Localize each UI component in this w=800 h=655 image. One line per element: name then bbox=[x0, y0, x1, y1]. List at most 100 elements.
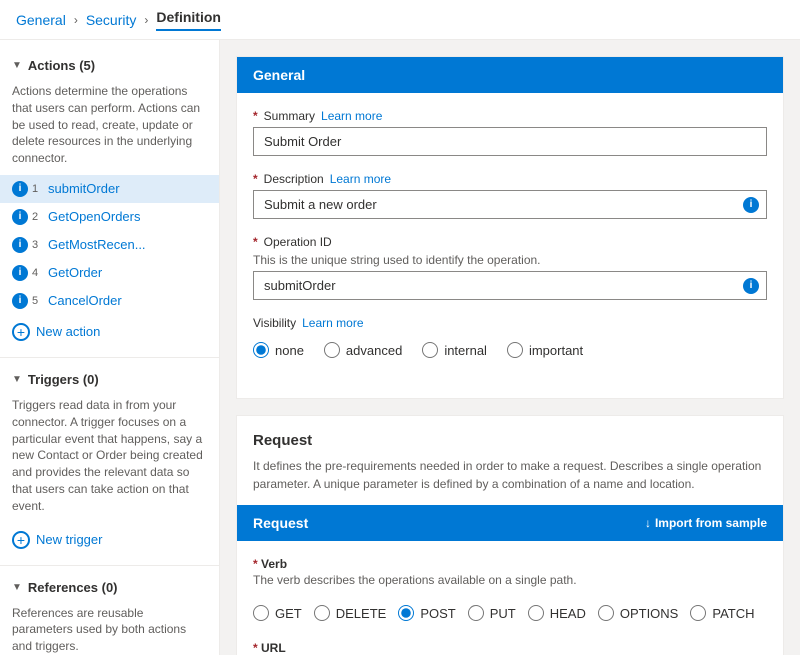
verb-radio-get-input[interactable] bbox=[253, 605, 269, 621]
visibility-internal-label: internal bbox=[444, 343, 487, 358]
desc-required-star: * bbox=[253, 172, 258, 186]
references-section-header[interactable]: ▼ References (0) bbox=[0, 574, 219, 601]
summary-input[interactable] bbox=[253, 127, 767, 156]
action-name-2: GetOpenOrders bbox=[48, 209, 187, 224]
request-body: * Verb The verb describes the operations… bbox=[237, 541, 783, 655]
actions-section-header[interactable]: ▼ Actions (5) bbox=[0, 52, 219, 79]
action-name-1: submitOrder bbox=[48, 181, 187, 196]
verb-options-label: OPTIONS bbox=[620, 606, 679, 621]
description-input-wrapper: i bbox=[253, 190, 767, 219]
visibility-radio-internal-input[interactable] bbox=[422, 342, 438, 358]
info-icon-2: i bbox=[12, 209, 28, 225]
request-section: Request It defines the pre-requirements … bbox=[236, 415, 784, 655]
triggers-section-title: Triggers (0) bbox=[28, 372, 99, 387]
visibility-radio-group: none advanced internal bbox=[253, 334, 767, 366]
url-label: * URL bbox=[253, 641, 767, 655]
divider-2 bbox=[0, 565, 219, 566]
action-num-4: 4 bbox=[32, 267, 44, 279]
breadcrumb-general[interactable]: General bbox=[16, 12, 66, 28]
verb-radio-options[interactable]: OPTIONS bbox=[598, 605, 679, 621]
visibility-learn-more-link[interactable]: Learn more bbox=[302, 316, 363, 330]
verb-radio-head-input[interactable] bbox=[528, 605, 544, 621]
visibility-radio-none-input[interactable] bbox=[253, 342, 269, 358]
visibility-radio-important-input[interactable] bbox=[507, 342, 523, 358]
breadcrumb-security[interactable]: Security bbox=[86, 12, 137, 28]
visibility-radio-internal[interactable]: internal bbox=[422, 342, 487, 358]
actions-section-title: Actions (5) bbox=[28, 58, 95, 73]
visibility-radio-none[interactable]: none bbox=[253, 342, 304, 358]
verb-label: * Verb bbox=[253, 557, 767, 571]
verb-radio-get[interactable]: GET bbox=[253, 605, 302, 621]
action-name-4: GetOrder bbox=[48, 265, 187, 280]
visibility-radio-advanced[interactable]: advanced bbox=[324, 342, 402, 358]
app-container: General › Security › Definition ▼ Action… bbox=[0, 0, 800, 655]
action-item-4[interactable]: i 4 GetOrder ··· bbox=[0, 259, 219, 287]
import-from-sample-button[interactable]: ↓ Import from sample bbox=[645, 516, 767, 530]
general-card-title: General bbox=[253, 67, 305, 83]
verb-patch-label: PATCH bbox=[712, 606, 754, 621]
verb-radio-head[interactable]: HEAD bbox=[528, 605, 586, 621]
new-trigger-button[interactable]: + New trigger bbox=[0, 523, 219, 557]
summary-group: * Summary Learn more bbox=[253, 109, 767, 156]
url-required-star: * bbox=[253, 641, 258, 655]
description-input[interactable] bbox=[253, 190, 767, 219]
action-list: i 1 submitOrder ··· i 2 GetOpenOrders ··… bbox=[0, 175, 219, 315]
references-section-title: References (0) bbox=[28, 580, 118, 595]
summary-learn-more-link[interactable]: Learn more bbox=[321, 109, 382, 123]
operation-id-input-wrapper: i bbox=[253, 271, 767, 300]
visibility-label: Visibility Learn more bbox=[253, 316, 767, 330]
operation-id-info-icon: i bbox=[743, 278, 759, 294]
visibility-label-text: Visibility bbox=[253, 316, 296, 330]
request-title: Request bbox=[237, 416, 783, 457]
action-item-2[interactable]: i 2 GetOpenOrders ··· bbox=[0, 203, 219, 231]
breadcrumb-sep-1: › bbox=[74, 13, 78, 27]
new-action-label: New action bbox=[36, 324, 100, 339]
action-num-5: 5 bbox=[32, 295, 44, 307]
operation-id-hint: This is the unique string used to identi… bbox=[253, 253, 767, 267]
verb-radio-delete-input[interactable] bbox=[314, 605, 330, 621]
summary-label-text: Summary bbox=[264, 109, 315, 123]
new-action-button[interactable]: + New action bbox=[0, 315, 219, 349]
verb-radio-delete[interactable]: DELETE bbox=[314, 605, 387, 621]
visibility-radio-important[interactable]: important bbox=[507, 342, 583, 358]
plus-circle-trigger-icon: + bbox=[12, 531, 30, 549]
references-section-desc: References are reusable parameters used … bbox=[0, 601, 219, 655]
verb-post-label: POST bbox=[420, 606, 455, 621]
verb-radio-patch[interactable]: PATCH bbox=[690, 605, 754, 621]
summary-label: * Summary Learn more bbox=[253, 109, 767, 123]
verb-required-star: * bbox=[253, 557, 258, 571]
info-icon-5: i bbox=[12, 293, 28, 309]
action-num-1: 1 bbox=[32, 183, 44, 195]
info-icon-1: i bbox=[12, 181, 28, 197]
description-learn-more-link[interactable]: Learn more bbox=[330, 172, 391, 186]
verb-radio-post[interactable]: POST bbox=[398, 605, 455, 621]
verb-label-text: Verb bbox=[261, 557, 287, 571]
plus-circle-icon: + bbox=[12, 323, 30, 341]
verb-radio-post-input[interactable] bbox=[398, 605, 414, 621]
visibility-group: Visibility Learn more none advanced bbox=[253, 316, 767, 366]
actions-chevron-icon: ▼ bbox=[12, 60, 22, 71]
triggers-chevron-icon: ▼ bbox=[12, 374, 22, 385]
description-info-icon: i bbox=[743, 197, 759, 213]
verb-radio-put-input[interactable] bbox=[468, 605, 484, 621]
operation-id-label: * Operation ID bbox=[253, 235, 767, 249]
actions-section-desc: Actions determine the operations that us… bbox=[0, 79, 219, 175]
verb-get-label: GET bbox=[275, 606, 302, 621]
verb-radio-options-input[interactable] bbox=[598, 605, 614, 621]
operation-id-group: * Operation ID This is the unique string… bbox=[253, 235, 767, 300]
action-item-5[interactable]: i 5 CancelOrder ··· bbox=[0, 287, 219, 315]
verb-head-label: HEAD bbox=[550, 606, 586, 621]
verb-radio-patch-input[interactable] bbox=[690, 605, 706, 621]
action-item-3[interactable]: i 3 GetMostRecen... ··· bbox=[0, 231, 219, 259]
main-layout: ▼ Actions (5) Actions determine the oper… bbox=[0, 40, 800, 655]
references-chevron-icon: ▼ bbox=[12, 582, 22, 593]
operation-id-input[interactable] bbox=[253, 271, 767, 300]
request-desc: It defines the pre-requirements needed i… bbox=[237, 457, 783, 505]
breadcrumb-definition: Definition bbox=[156, 9, 221, 31]
visibility-radio-advanced-input[interactable] bbox=[324, 342, 340, 358]
verb-radio-put[interactable]: PUT bbox=[468, 605, 516, 621]
verb-delete-label: DELETE bbox=[336, 606, 387, 621]
action-item-1[interactable]: i 1 submitOrder ··· bbox=[0, 175, 219, 203]
description-group: * Description Learn more i bbox=[253, 172, 767, 219]
triggers-section-header[interactable]: ▼ Triggers (0) bbox=[0, 366, 219, 393]
